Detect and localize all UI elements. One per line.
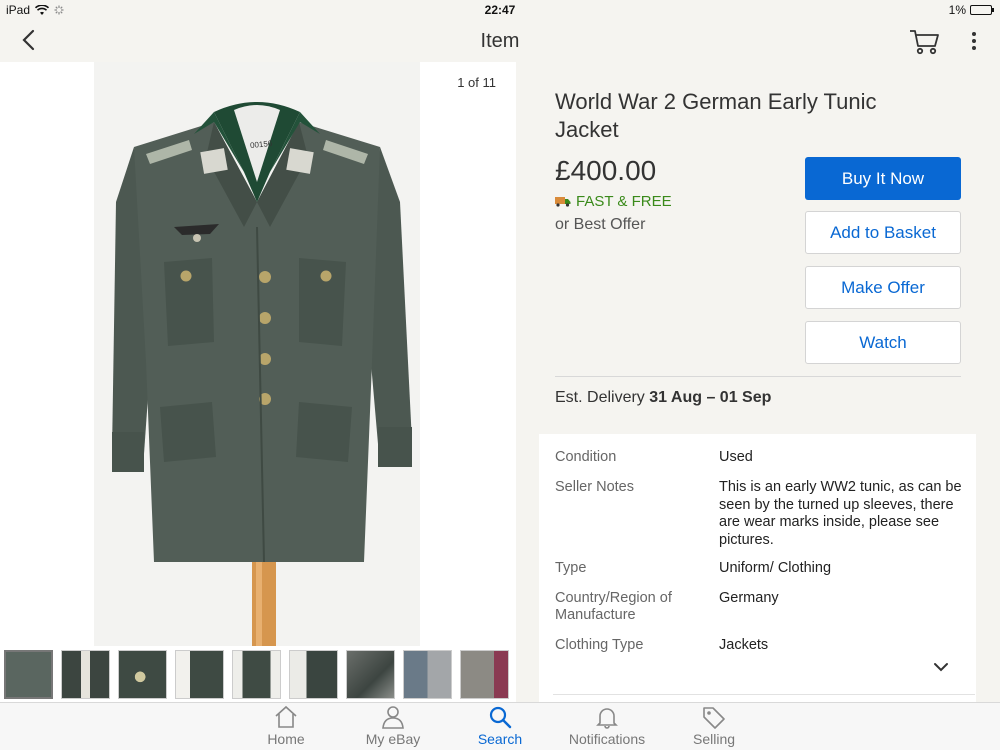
best-offer-text: or Best Offer [555,216,646,233]
page-title: Item [480,30,520,52]
tab-search[interactable]: Search [450,705,550,750]
person-icon [382,706,404,729]
spec-key: Country/Region of Manufacture [555,590,672,623]
thumbnail-5[interactable] [232,650,281,699]
tag-icon [703,707,725,729]
tab-my-ebay[interactable]: My eBay [343,705,443,750]
thumbnail-3[interactable] [118,650,167,699]
status-right: 1% [948,3,994,17]
tab-label: Selling [692,731,736,747]
battery-percent: 1% [948,3,966,17]
image-gallery: 00156 1 of 11 [0,62,516,702]
tab-notifications[interactable]: Notifications [557,705,657,750]
buy-it-now-button[interactable]: Buy It Now [805,157,961,200]
watch-button[interactable]: Watch [805,321,961,364]
spec-value: Used [719,449,753,465]
tab-selling[interactable]: Selling [664,705,764,750]
clock: 22:47 [484,3,516,17]
divider [555,376,961,377]
item-title: World War 2 German Early Tunic Jacket [555,89,877,142]
truck-icon [555,197,571,207]
thumbnail-2[interactable] [61,650,110,699]
search-icon [489,706,512,729]
tab-label: Home [267,731,305,747]
bell-icon [596,708,618,729]
delivery-label: Est. Delivery [555,389,645,406]
spec-key: Seller Notes [555,479,634,495]
thumbnail-4[interactable] [175,650,224,699]
thumbnail-8[interactable] [403,650,452,699]
thumbnail-6[interactable] [289,650,338,699]
home-icon [275,705,297,728]
thumbnail-7[interactable] [346,650,395,699]
battery-icon [970,5,994,15]
tab-home[interactable]: Home [236,705,336,750]
spec-value: Germany [719,590,779,606]
main-photo[interactable]: 00156 [94,62,420,646]
spec-value: Uniform/ Clothing [719,560,832,576]
status-bar: iPad 22:47 1% [0,0,1000,20]
thumbnail-9[interactable] [460,650,509,699]
thumbnail-strip [4,650,509,699]
expand-chevron-icon[interactable] [932,658,950,676]
divider [553,694,975,695]
spec-key: Condition [555,449,617,465]
tab-label: My eBay [365,731,421,747]
tab-label: Search [477,731,523,747]
more-options-icon[interactable] [962,28,986,54]
make-offer-button[interactable]: Make Offer [805,266,961,309]
item-specifics: Condition Used Seller Notes This is an e… [539,434,976,702]
cart-icon[interactable] [908,26,940,56]
tab-bar: Home My eBay Search Notifications Sellin… [0,702,1000,750]
navigation-bar: Item [0,20,1000,62]
tunic-photo [94,62,420,646]
spec-key: Clothing Type [555,637,644,653]
shipping-label: FAST & FREE [576,193,672,210]
add-to-basket-button[interactable]: Add to Basket [805,211,961,254]
photo-counter: 1 of 11 [457,75,496,90]
estimated-delivery: Est. Delivery 31 Aug – 01 Sep [555,389,771,407]
tab-label: Notifications [568,731,646,747]
spec-key: Type [555,560,587,576]
spec-value: This is an early WW2 tunic, as can be se… [719,479,962,548]
delivery-dates: 31 Aug – 01 Sep [649,389,772,406]
shipping-info: FAST & FREE [555,193,672,210]
spec-value: Jackets [719,637,769,653]
thumbnail-1[interactable] [4,650,53,699]
item-price: £400.00 [555,155,657,186]
